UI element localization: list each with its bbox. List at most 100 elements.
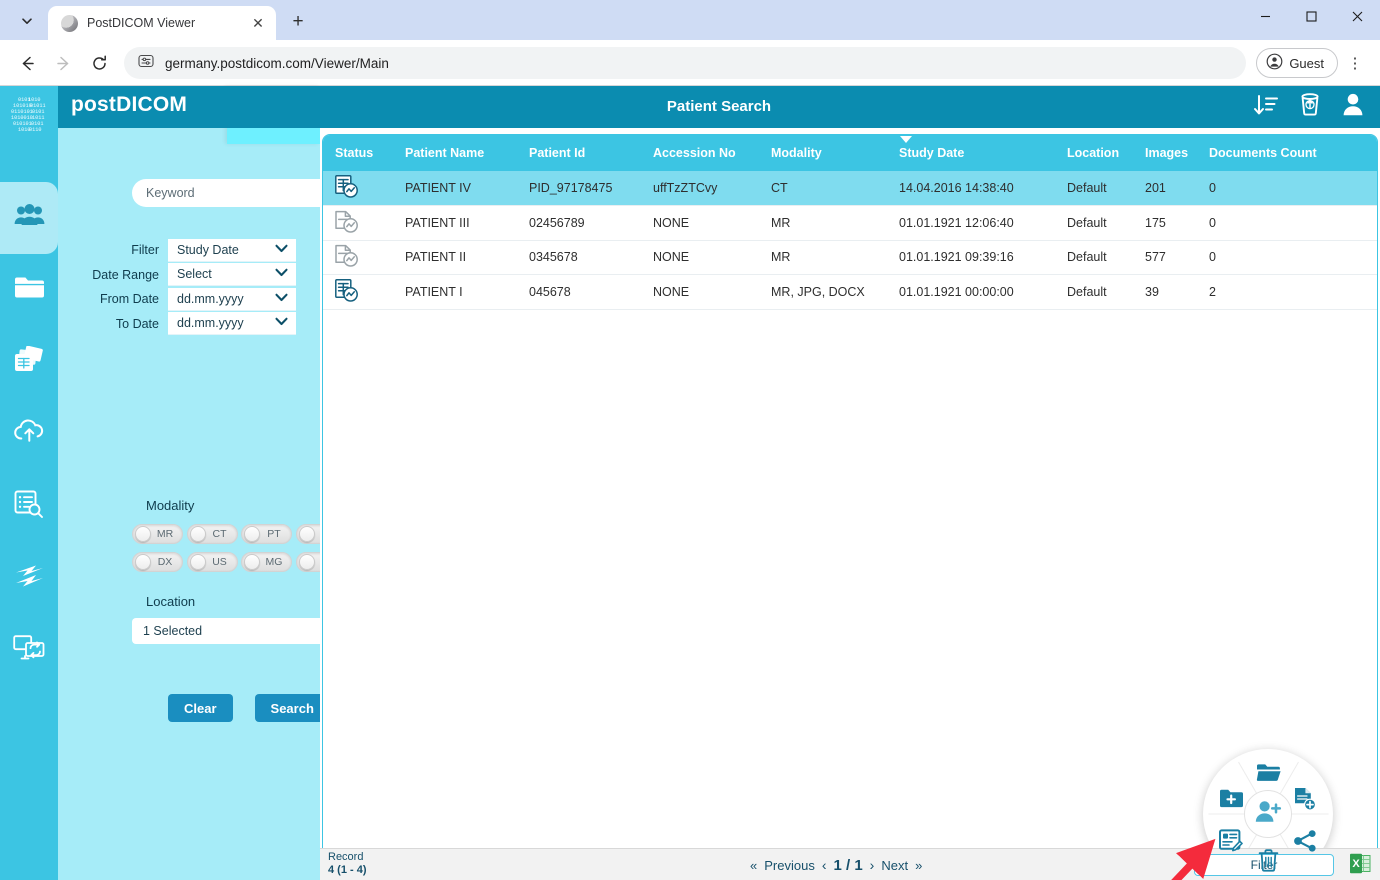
postdicom-globe-logo-icon: 0101 1010 101010 01011 0110101 0101 1010010… (6, 92, 52, 138)
cell-documents-count: 0 (1197, 240, 1377, 276)
modality-toggle-ct[interactable]: CT (186, 524, 238, 544)
back-arrow-icon[interactable] (10, 46, 44, 80)
tab-search-list-icon[interactable] (8, 7, 46, 35)
col-header-images[interactable]: Images (1133, 135, 1197, 171)
status-cell[interactable] (323, 171, 393, 207)
sidebar-item-screen-share[interactable] (0, 614, 58, 686)
user-account-icon[interactable] (1342, 93, 1364, 121)
excel-export-button[interactable]: X (1348, 853, 1372, 879)
patients-icon (14, 203, 45, 233)
col-header-documents-count[interactable]: Documents Count (1197, 135, 1377, 171)
sidebar-item-reports[interactable] (0, 470, 58, 542)
share-icon (1293, 829, 1317, 857)
modality-toggle-dx[interactable]: DX (132, 552, 183, 572)
col-header-status[interactable]: Status (323, 135, 393, 171)
location-section-title: Location (146, 594, 196, 609)
report-search-icon (14, 490, 44, 523)
col-header-location[interactable]: Location (1055, 135, 1133, 171)
new-folder-icon (1219, 788, 1244, 814)
status-cell[interactable] (323, 240, 393, 276)
cell-patient-id: 02456789 (517, 205, 641, 241)
next-chevron-icon[interactable]: › (870, 857, 875, 873)
form-row-from-date: From Date dd.mm.yyyy (58, 287, 320, 312)
fab-add-patient-button[interactable] (1244, 790, 1292, 838)
previous-page-button[interactable]: Previous (764, 858, 815, 873)
recycle-bin-icon[interactable] (1299, 93, 1321, 121)
modality-toggle-us[interactable]: US (186, 552, 238, 572)
cell-images: 201 (1133, 171, 1197, 207)
filter-select[interactable]: Study Date (168, 238, 296, 262)
browser-toolbar: germany.postdicom.com/Viewer/Main Guest … (0, 40, 1380, 86)
svg-text:X: X (1352, 858, 1360, 870)
last-page-button[interactable]: » (915, 858, 922, 873)
sidebar-item-upload[interactable] (0, 398, 58, 470)
sidebar-item-cards[interactable] (0, 326, 58, 398)
new-tab-icon[interactable]: + (284, 8, 312, 36)
address-bar[interactable]: germany.postdicom.com/Viewer/Main (124, 47, 1247, 79)
cell-study-date: 01.01.1921 12:06:40 (887, 205, 1055, 241)
minimize-button[interactable] (1242, 0, 1288, 32)
window-close-button[interactable] (1334, 0, 1380, 32)
col-header-accession-no[interactable]: Accession No (641, 135, 759, 171)
modality-toggle-mg[interactable]: MG (241, 552, 292, 572)
form-row-date-range: Date Range Select (58, 263, 320, 288)
search-panel: Search (58, 86, 360, 880)
sidebar-item-sync[interactable] (0, 542, 58, 614)
toggle-knob (189, 526, 206, 542)
col-header-patient-id[interactable]: Patient Id (517, 135, 641, 171)
table-row[interactable]: PATIENT IV PID_97178475 uffTzZTCvy CT 14… (323, 171, 1377, 207)
from-date-field[interactable]: dd.mm.yyyy (168, 287, 296, 311)
record-count: Record 4 (1 - 4) (328, 851, 367, 877)
results-area: Status Patient Name Patient Id Accession… (320, 86, 1380, 880)
col-header-modality[interactable]: Modality (759, 135, 887, 171)
reload-icon[interactable] (82, 46, 116, 80)
modality-label: PT (267, 528, 281, 540)
browser-tab[interactable]: PostDICOM Viewer ✕ (48, 6, 276, 40)
cell-location: Default (1055, 171, 1133, 207)
label-from-date: From Date (99, 292, 159, 307)
table-row[interactable]: PATIENT I 045678 NONE MR, JPG, DOCX 01.0… (323, 274, 1377, 310)
sidebar-item-patients[interactable] (0, 182, 58, 254)
fab-delete-button[interactable] (1254, 849, 1282, 877)
clear-button[interactable]: Clear (168, 694, 233, 722)
status-cell[interactable] (323, 205, 393, 241)
patient-grid: Status Patient Name Patient Id Accession… (322, 134, 1378, 880)
modality-toggle-pt[interactable]: PT (241, 524, 292, 544)
browser-menu-icon[interactable]: ⋮ (1340, 47, 1370, 79)
close-icon[interactable]: ✕ (248, 13, 268, 33)
form-row-filter: Filter Study Date (58, 238, 320, 263)
profile-chip[interactable]: Guest (1256, 48, 1338, 78)
modality-label: CT (212, 528, 227, 540)
col-header-study-date[interactable]: Study Date (887, 135, 1055, 171)
modality-toggle-mr[interactable]: MR (132, 524, 183, 544)
cell-images: 39 (1133, 274, 1197, 310)
col-header-patient-name[interactable]: Patient Name (393, 135, 517, 171)
table-row[interactable]: PATIENT II 0345678 NONE MR 01.01.1921 09… (323, 240, 1377, 276)
to-date-field[interactable]: dd.mm.yyyy (168, 312, 296, 336)
date-range-select[interactable]: Select (168, 263, 296, 287)
maximize-button[interactable] (1288, 0, 1334, 32)
previous-chevron-icon[interactable]: ‹ (822, 857, 827, 873)
status-cell[interactable] (323, 274, 393, 310)
label-to-date: To Date (115, 316, 159, 331)
label-filter: Filter (131, 243, 159, 258)
modality-label: DX (157, 556, 173, 568)
toggle-knob (189, 554, 206, 570)
window-controls (1242, 0, 1380, 32)
forward-arrow-icon[interactable] (46, 46, 80, 80)
search-input[interactable] (146, 186, 335, 200)
site-settings-icon[interactable] (138, 53, 154, 74)
table-row[interactable]: PATIENT III 02456789 NONE MR 01.01.1921 … (323, 205, 1377, 241)
next-page-button[interactable]: Next (881, 858, 908, 873)
cell-images: 577 (1133, 240, 1197, 276)
fab-new-folder-button[interactable] (1217, 787, 1245, 815)
first-page-button[interactable]: « (750, 858, 757, 873)
sort-order-icon[interactable] (1253, 94, 1278, 121)
search-button[interactable]: Search (254, 694, 330, 722)
cell-documents-count: 0 (1197, 171, 1377, 207)
sidebar-item-folders[interactable] (0, 254, 58, 326)
fab-share-button[interactable] (1291, 829, 1319, 857)
fab-open-folder-button[interactable] (1254, 761, 1282, 789)
fab-add-document-button[interactable] (1291, 787, 1319, 815)
excel-export-icon: X (1349, 853, 1371, 879)
